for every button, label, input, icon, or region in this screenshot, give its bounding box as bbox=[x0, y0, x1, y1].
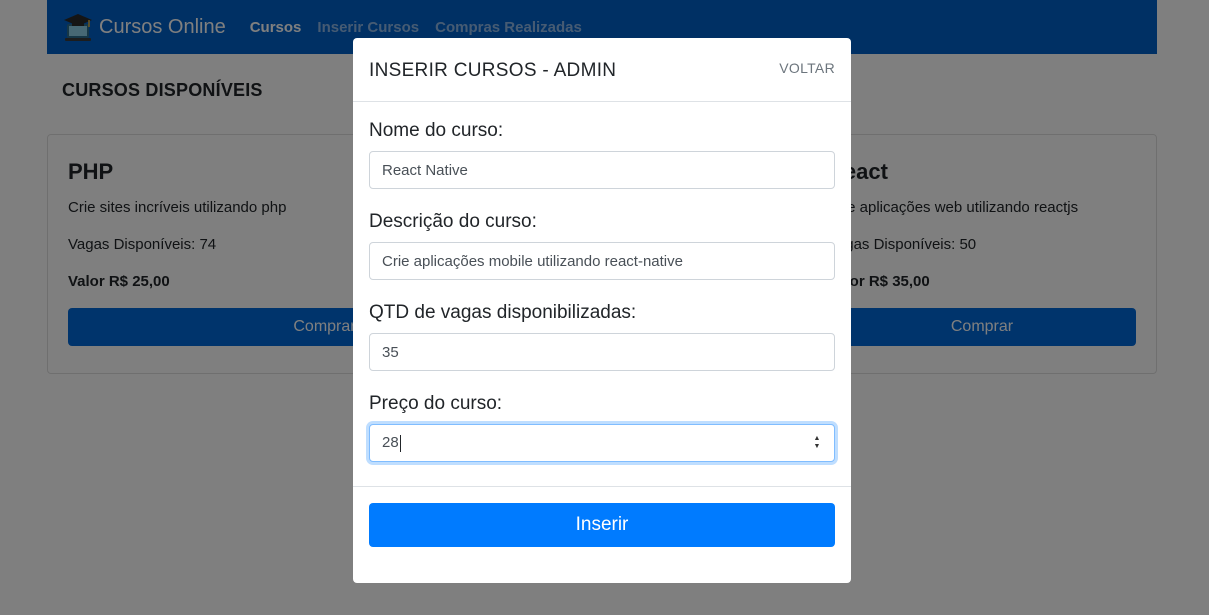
inserir-button[interactable]: Inserir bbox=[369, 503, 835, 547]
course-name-input[interactable]: React Native bbox=[369, 151, 835, 189]
modal-body: Nome do curso: React Native Descrição do… bbox=[353, 102, 851, 487]
field-label-vagas: QTD de vagas disponibilizadas: bbox=[369, 302, 637, 323]
voltar-button[interactable]: VOLTAR bbox=[779, 60, 835, 76]
form-group-descricao: Descrição do curso: Crie aplicações mobi… bbox=[369, 211, 835, 280]
course-description-input[interactable]: Crie aplicações mobile utilizando react-… bbox=[369, 242, 835, 280]
modal-header: INSERIR CURSOS - ADMIN VOLTAR bbox=[353, 38, 851, 102]
field-label-preco: Preço do curso: bbox=[369, 393, 503, 414]
spinner-up-icon[interactable]: ▲ bbox=[814, 435, 821, 443]
form-group-nome: Nome do curso: React Native bbox=[369, 120, 835, 189]
course-price-input[interactable]: 28 ▲ ▼ bbox=[369, 424, 835, 462]
course-name-value: React Native bbox=[382, 161, 468, 179]
text-cursor bbox=[399, 434, 401, 452]
number-spinner-icon[interactable]: ▲ ▼ bbox=[812, 435, 822, 451]
course-price-value: 28 bbox=[382, 434, 399, 452]
modal-title: INSERIR CURSOS - ADMIN bbox=[369, 59, 617, 81]
course-vagas-input[interactable]: 35 bbox=[369, 333, 835, 371]
course-description-value: Crie aplicações mobile utilizando react-… bbox=[382, 252, 683, 270]
form-group-vagas: QTD de vagas disponibilizadas: 35 bbox=[369, 302, 835, 371]
form-group-preco: Preço do curso: 28 ▲ ▼ bbox=[369, 393, 835, 462]
spinner-down-icon[interactable]: ▼ bbox=[814, 443, 821, 451]
field-label-nome: Nome do curso: bbox=[369, 120, 504, 141]
insert-course-modal: INSERIR CURSOS - ADMIN VOLTAR Nome do cu… bbox=[353, 38, 851, 583]
course-price-text: 28 bbox=[382, 434, 401, 452]
course-vagas-value: 35 bbox=[382, 343, 399, 361]
field-label-descricao: Descrição do curso: bbox=[369, 211, 537, 232]
modal-footer: Inserir bbox=[353, 487, 851, 563]
